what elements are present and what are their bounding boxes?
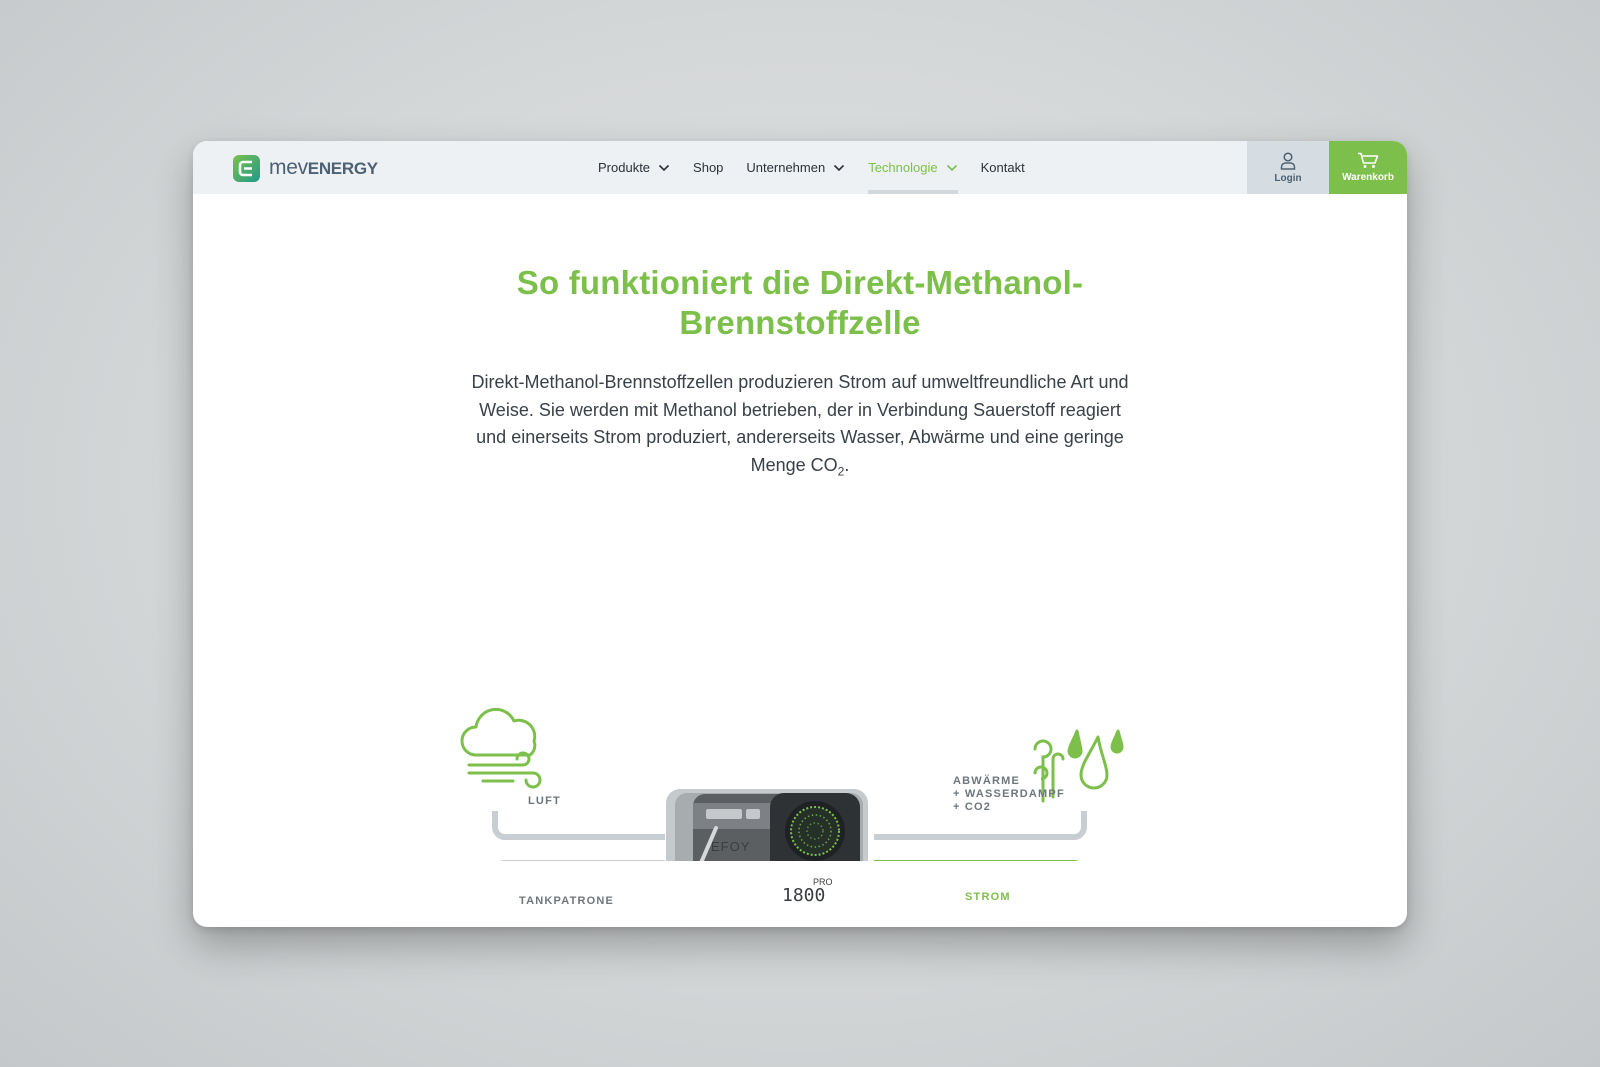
nav-item-technologie[interactable]: Technologie bbox=[868, 141, 958, 194]
nav-label: Technologie bbox=[868, 160, 938, 175]
intro-end: . bbox=[844, 454, 850, 475]
page-title-line1: So funktioniert die Direkt-Methanol- bbox=[516, 264, 1084, 301]
login-label: Login bbox=[1274, 172, 1302, 184]
nav-item-produkte[interactable]: Produkte bbox=[598, 141, 670, 194]
cloud-wind-icon bbox=[460, 707, 542, 789]
user-icon bbox=[1280, 151, 1296, 170]
fuel-cell-diagram: LUFT TANKPATRONE ABWÄRME + WASSERDAMPF +… bbox=[193, 561, 1407, 907]
logo-text-bold: ENERGY bbox=[307, 159, 378, 178]
chevron-down-icon bbox=[658, 164, 670, 171]
nav-item-shop[interactable]: Shop bbox=[693, 141, 723, 194]
nav-label: Produkte bbox=[598, 160, 651, 175]
page-title: So funktioniert die Direkt-Methanol- Bre… bbox=[450, 263, 1150, 343]
logo-text-thin: mev bbox=[269, 156, 308, 179]
site-header: mevENERGY Produkte Shop Unternehmen Tech… bbox=[193, 141, 1407, 194]
logo-text: mevENERGY bbox=[269, 156, 378, 180]
device-model-number: 1800 bbox=[782, 885, 826, 906]
pipe-luft bbox=[492, 811, 665, 840]
pipe-abwaerme bbox=[874, 811, 1087, 840]
label-luft: LUFT bbox=[528, 795, 561, 807]
page-title-line2: Brennstoffzelle bbox=[679, 304, 921, 341]
cart-icon bbox=[1358, 152, 1379, 168]
device-brand: EFOY bbox=[711, 839, 751, 854]
nav-item-kontakt[interactable]: Kontakt bbox=[981, 141, 1025, 194]
cart-label: Warenkorb bbox=[1342, 172, 1394, 183]
water-drops-icon bbox=[1067, 729, 1124, 790]
nav-item-unternehmen[interactable]: Unternehmen bbox=[746, 141, 845, 194]
intro-main: Direkt-Methanol-Brennstoffzellen produzi… bbox=[471, 372, 1129, 475]
nav-label: Shop bbox=[693, 160, 724, 175]
login-button[interactable]: Login bbox=[1247, 141, 1329, 194]
label-strom: STROM bbox=[965, 891, 1011, 903]
cart-button[interactable]: Warenkorb bbox=[1329, 141, 1407, 194]
label-abwaerme-line2: + WASSERDAMPF bbox=[953, 788, 1065, 800]
intro-text: Direkt-Methanol-Brennstoffzellen produzi… bbox=[470, 369, 1130, 486]
diagram-graphics bbox=[460, 707, 1124, 861]
chevron-down-icon bbox=[946, 164, 957, 171]
browser-window: mevENERGY Produkte Shop Unternehmen Tech… bbox=[193, 141, 1407, 927]
main-nav: Produkte Shop Unternehmen Technologie Ko… bbox=[598, 141, 1048, 194]
efoy-device-image bbox=[666, 789, 868, 861]
nav-label: Kontakt bbox=[980, 160, 1025, 175]
label-tankpatrone: TANKPATRONE bbox=[519, 895, 615, 907]
logo[interactable]: mevENERGY bbox=[233, 153, 378, 183]
label-abwaerme-line3: + CO2 bbox=[953, 801, 992, 813]
label-abwaerme-line1: ABWÄRME bbox=[953, 775, 1021, 787]
chevron-down-icon bbox=[834, 164, 845, 171]
logo-mark-icon bbox=[233, 154, 260, 182]
nav-label: Unternehmen bbox=[746, 160, 826, 175]
